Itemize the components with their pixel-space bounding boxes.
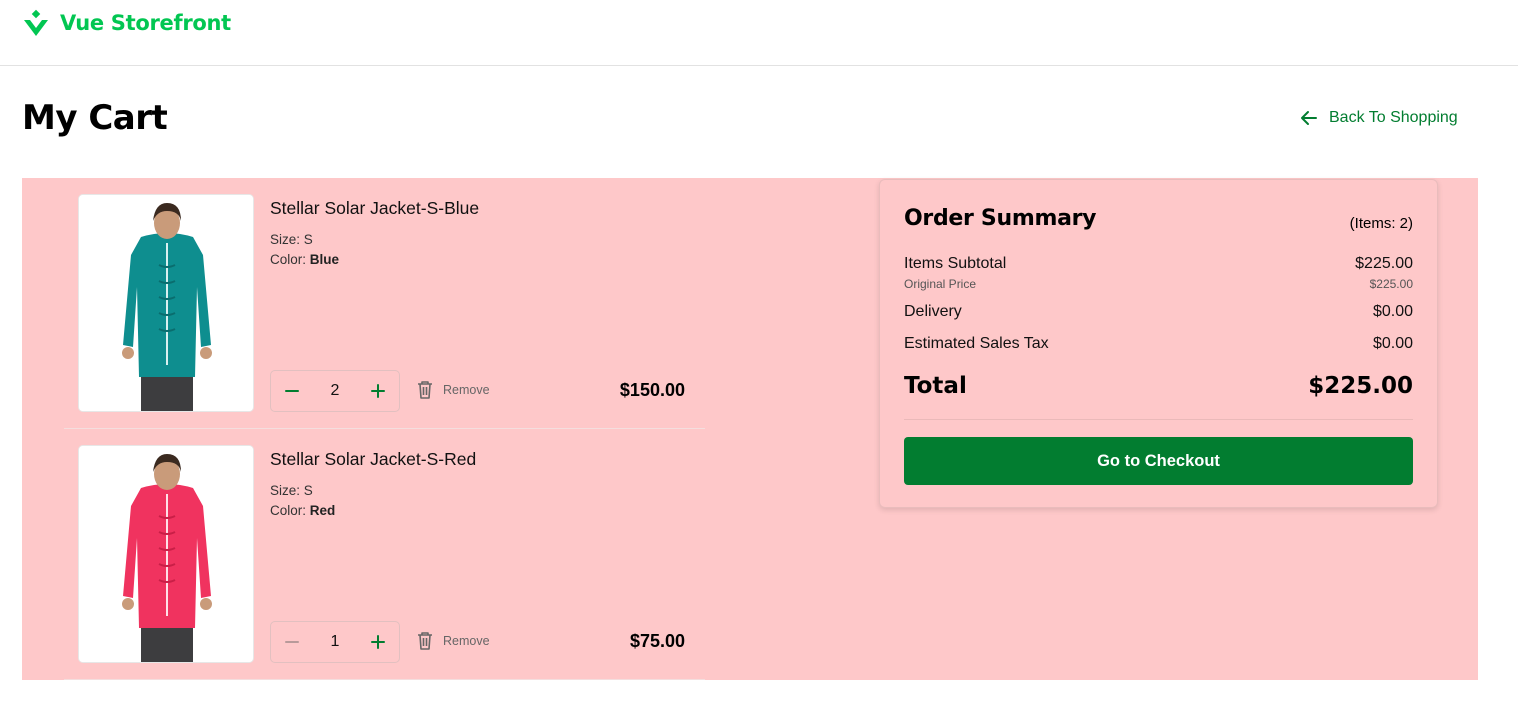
remove-label: Remove — [443, 383, 490, 397]
back-to-shopping-label: Back To Shopping — [1329, 109, 1458, 126]
jacket-product-image-icon — [79, 195, 253, 411]
subtotal-value: $225.00 — [1355, 255, 1413, 272]
quantity-stepper: 2 — [270, 370, 400, 412]
item-price: $75.00 — [629, 631, 685, 651]
cart-area: Stellar Solar Jacket-S-Blue Size: S Colo… — [22, 178, 1478, 680]
site-header: Vue Storefront — [0, 0, 1518, 66]
product-name[interactable]: Stellar Solar Jacket-S-Blue — [270, 198, 479, 219]
back-to-shopping-link[interactable]: Back To Shopping — [1299, 108, 1458, 128]
product-name[interactable]: Stellar Solar Jacket-S-Red — [270, 449, 476, 470]
trash-icon — [418, 632, 432, 650]
vue-storefront-logo-icon — [24, 9, 48, 36]
size-label: Size: — [270, 483, 301, 498]
original-price-value: $225.00 — [1369, 277, 1413, 291]
quantity-value[interactable]: 1 — [315, 633, 355, 651]
total-row: Total $225.00 — [904, 373, 1413, 399]
arrow-left-icon — [1301, 111, 1317, 125]
color-value: Blue — [309, 252, 340, 267]
plus-icon — [371, 635, 385, 649]
checkout-button[interactable]: Go to Checkout — [904, 437, 1413, 485]
cart-item: Stellar Solar Jacket-S-Blue Size: S Colo… — [64, 178, 705, 429]
items-count: (Items: 2) — [1349, 215, 1413, 232]
decrease-quantity-button[interactable] — [281, 631, 303, 653]
quantity-value[interactable]: 2 — [315, 382, 355, 400]
product-size: Size: S — [270, 483, 313, 498]
tax-label: Estimated Sales Tax — [904, 335, 1049, 352]
order-summary-title: Order Summary — [904, 206, 1097, 231]
product-color: Color: Red — [270, 503, 335, 518]
color-label: Color: — [270, 252, 307, 267]
increase-quantity-button[interactable] — [367, 380, 389, 402]
cart-item: Stellar Solar Jacket-S-Red Size: S Color… — [64, 429, 705, 680]
jacket-product-image-icon — [79, 446, 253, 662]
total-value: $225.00 — [1308, 373, 1413, 399]
remove-item-button[interactable]: Remove — [416, 631, 490, 651]
product-image[interactable] — [78, 445, 254, 663]
product-size: Size: S — [270, 232, 313, 247]
color-label: Color: — [270, 503, 307, 518]
tax-row: Estimated Sales Tax $0.00 — [904, 335, 1413, 353]
decrease-quantity-button[interactable] — [281, 380, 303, 402]
size-label: Size: — [270, 232, 301, 247]
order-summary: Order Summary (Items: 2) Items Subtotal … — [879, 179, 1438, 508]
delivery-label: Delivery — [904, 303, 962, 320]
color-value: Red — [309, 503, 336, 518]
subtotal-row: Items Subtotal $225.00 — [904, 255, 1413, 273]
quantity-stepper: 1 — [270, 621, 400, 663]
total-label: Total — [904, 373, 967, 399]
brand-name: Vue Storefront — [60, 11, 231, 35]
original-price-label: Original Price — [904, 277, 977, 291]
product-color: Color: Blue — [270, 252, 339, 267]
size-value: S — [303, 483, 313, 498]
size-value: S — [303, 232, 313, 247]
page-title: My Cart — [22, 98, 168, 138]
summary-divider — [904, 419, 1413, 420]
increase-quantity-button[interactable] — [367, 631, 389, 653]
product-image[interactable] — [78, 194, 254, 412]
minus-icon — [285, 390, 299, 392]
delivery-row: Delivery $0.00 — [904, 303, 1413, 321]
tax-value: $0.00 — [1372, 335, 1413, 352]
subtotal-label: Items Subtotal — [904, 255, 1007, 272]
original-price-row: Original Price $225.00 — [904, 277, 1413, 291]
remove-item-button[interactable]: Remove — [416, 380, 490, 400]
plus-icon — [371, 384, 385, 398]
item-price: $150.00 — [619, 380, 685, 400]
brand-logo[interactable]: Vue Storefront — [22, 9, 231, 37]
minus-icon — [285, 641, 299, 643]
remove-label: Remove — [443, 634, 490, 648]
trash-icon — [418, 381, 432, 399]
delivery-value: $0.00 — [1372, 303, 1413, 320]
